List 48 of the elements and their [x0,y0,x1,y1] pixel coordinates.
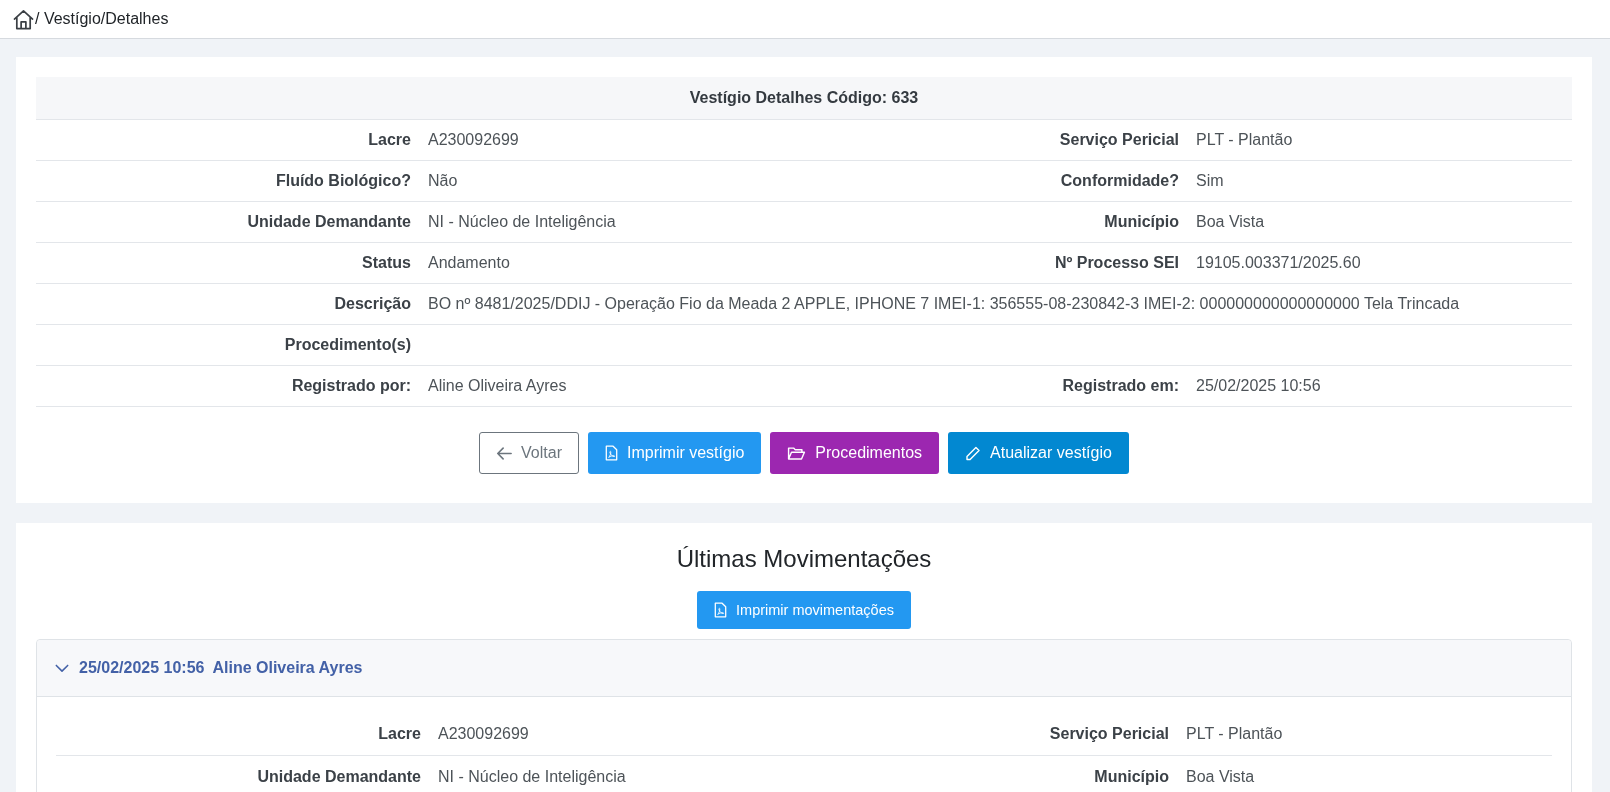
field-label: Fluído Biológico? [274,171,412,191]
section-title: Últimas Movimentações [675,544,933,574]
action-button[interactable]: Atualizar vestígio [948,432,1129,474]
field-label: Registrado em: [1061,376,1180,396]
field-value: Boa Vista [1185,767,1256,787]
action-button[interactable]: Imprimir vestígio [588,432,762,474]
field-label: Nº Processo SEI [1053,253,1180,273]
movement-user: Aline Oliveira Ayres [212,658,363,678]
field-value: PLT - Plantão [1195,130,1294,150]
field-value: BO nº 8481/2025/DDIJ - Operação Fio da Meada 2 APPLE, IPHONE 7 IMEI-1: 356555-08-230842-3 IMEI-2: 000000000000000000 Tela Trincada [427,294,1461,314]
file-icon [714,602,728,618]
field-label: Município [1093,767,1170,787]
arrow-left-icon [496,445,513,461]
field-label: Registrado por: [290,376,412,396]
field-value: 25/02/2025 10:56 [1195,376,1322,396]
field-label: Lacre [367,130,412,150]
field-label: Conformidade? [1059,171,1180,191]
field-value: Não [427,171,459,191]
print-button[interactable]: Imprimir movimentações [697,591,911,629]
table-header: Vestígio Detalhes Código: 633 [36,77,1572,120]
field-label: Unidade Demandante [246,212,412,232]
field-label: Serviço Pericial [1048,724,1170,744]
field-value: A230092699 [427,130,520,150]
field-value: NI - Núcleo de Inteligência [427,212,617,232]
field-value: Andamento [427,253,511,273]
field-value: Sim [1195,171,1225,191]
pencil-icon [965,445,982,461]
field-value: Aline Oliveira Ayres [427,376,568,396]
field-label: Descrição [333,294,412,314]
field-label: Serviço Pericial [1058,130,1180,150]
field-label: Unidade Demandante [256,767,422,787]
home-icon[interactable] [13,8,34,30]
action-button[interactable]: Procedimentos [770,432,940,474]
movement-date: 25/02/2025 10:56 [79,658,205,678]
folder-icon [787,445,807,461]
back-button[interactable]: Voltar [479,432,579,474]
field-label: Status [361,253,412,273]
field-label: Procedimento(s) [283,335,412,355]
breadcrumb: / Vestígio/Detalhes [35,10,169,28]
accordion-header[interactable]: 25/02/2025 10:56 Aline Oliveira Ayres [37,640,1571,697]
field-value: NI - Núcleo de Inteligência [437,767,627,787]
field-value: Boa Vista [1195,212,1266,232]
field-label: Lacre [377,724,422,744]
field-label: Município [1103,212,1180,232]
field-value: A230092699 [437,724,530,744]
field-value: PLT - Plantão [1185,724,1284,744]
file-icon [605,445,618,461]
field-value: 19105.003371/2025.60 [1195,253,1362,273]
